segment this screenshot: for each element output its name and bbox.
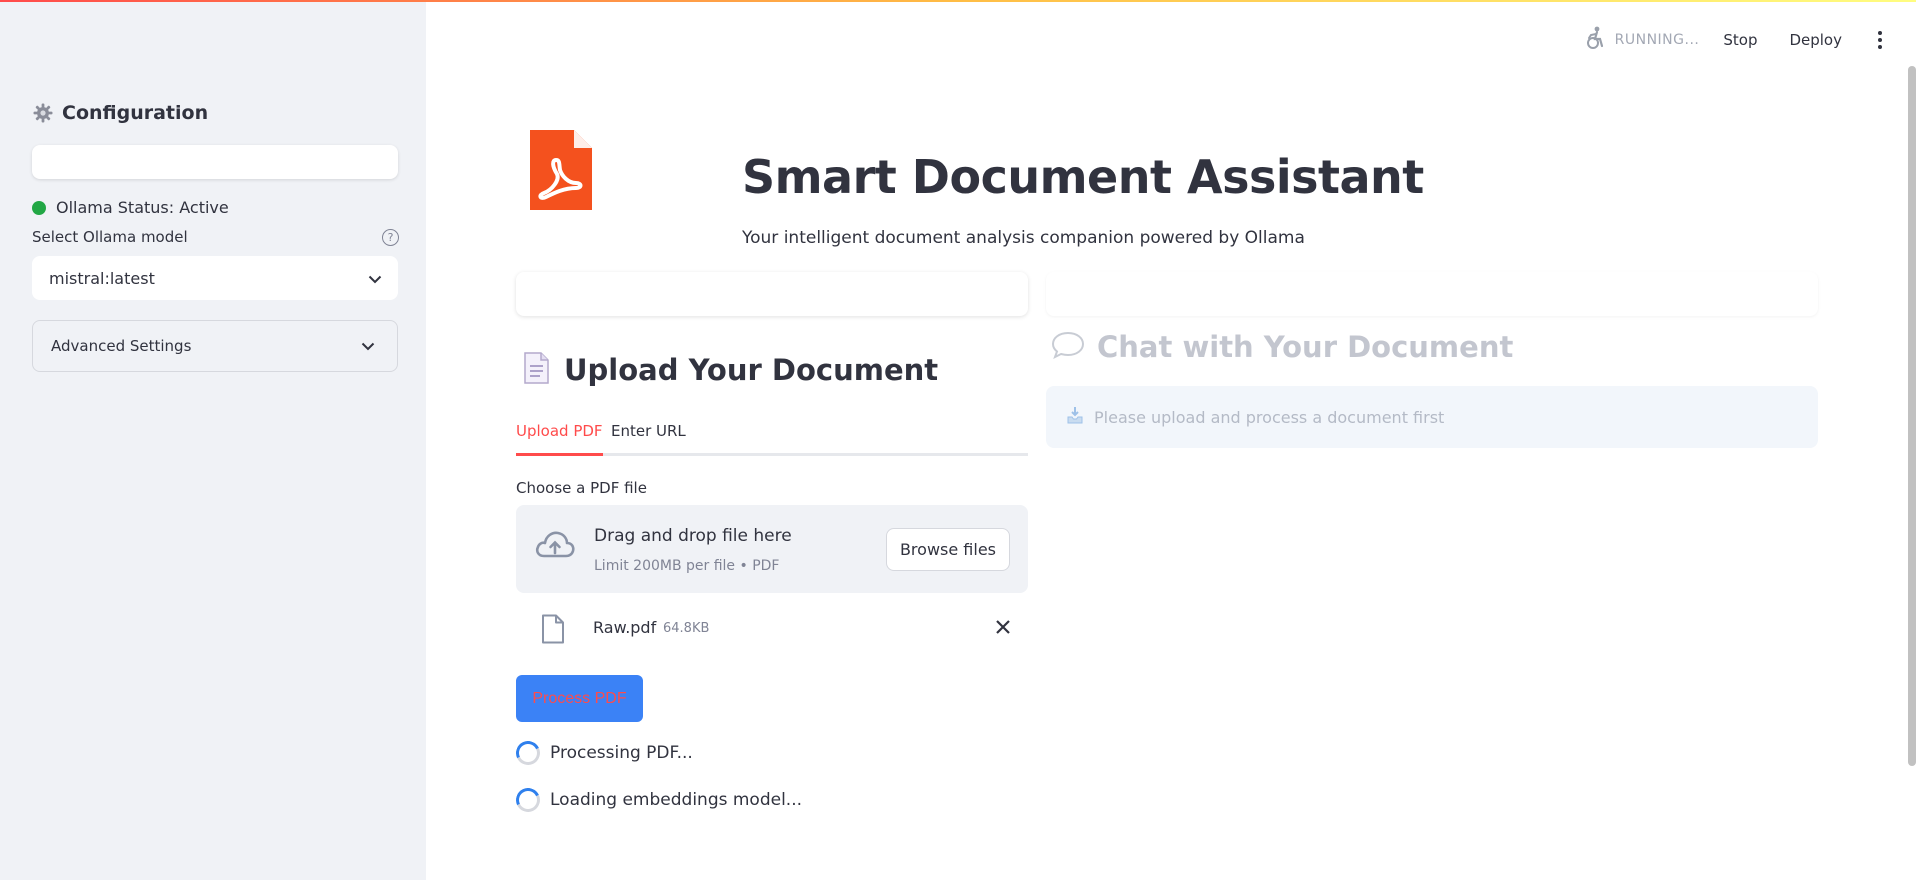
spinner-icon xyxy=(512,737,544,769)
chat-title: Chat with Your Document xyxy=(1097,330,1514,364)
file-icon xyxy=(541,614,565,648)
running-status-text: RUNNING... xyxy=(1614,32,1700,48)
gear-icon xyxy=(32,102,54,124)
stop-button[interactable]: Stop xyxy=(1723,31,1757,49)
browse-files-button[interactable]: Browse files xyxy=(885,528,1010,571)
scrollbar[interactable] xyxy=(1908,66,1916,766)
upload-header: Upload Your Document xyxy=(522,352,938,388)
chevron-down-icon xyxy=(368,269,382,288)
spinner-icon xyxy=(512,784,544,816)
tab-enter-url[interactable]: Enter URL xyxy=(611,420,686,456)
chat-info-text: Please upload and process a document fir… xyxy=(1094,407,1445,427)
ollama-status: Ollama Status: Active xyxy=(32,198,229,217)
advanced-settings-expander[interactable]: Advanced Settings xyxy=(32,320,398,372)
upload-tabs: Upload PDF Enter URL xyxy=(516,420,1028,456)
ollama-status-text: Ollama Status: Active xyxy=(56,198,229,217)
sidebar-empty-container xyxy=(32,145,398,179)
model-select-value: mistral:latest xyxy=(49,268,155,288)
upload-title: Upload Your Document xyxy=(564,353,939,387)
speech-bubble-icon xyxy=(1051,331,1085,363)
running-status: RUNNING... xyxy=(1585,26,1700,54)
close-icon[interactable] xyxy=(994,618,1012,640)
chat-info-alert: Please upload and process a document fir… xyxy=(1046,386,1818,448)
deploy-button[interactable]: Deploy xyxy=(1789,31,1842,49)
pdf-logo xyxy=(530,130,592,210)
file-name: Raw.pdf xyxy=(593,618,657,637)
sidebar-title: Configuration xyxy=(62,102,209,124)
model-select[interactable]: mistral:latest xyxy=(32,256,398,300)
progress-processing-text: Processing PDF... xyxy=(550,743,693,763)
sidebar: Configuration Ollama Status: Active Sele… xyxy=(0,0,426,880)
status-dot-icon xyxy=(32,200,46,215)
progress-processing: Processing PDF... xyxy=(512,737,693,769)
document-icon xyxy=(522,352,550,388)
top-decoration-bar xyxy=(0,0,1916,2)
chevron-down-icon xyxy=(361,337,375,355)
progress-loading-text: Loading embeddings model... xyxy=(550,790,803,810)
page-subtitle: Your intelligent document analysis compa… xyxy=(742,228,1305,248)
uploaded-file: Raw.pdf 64.8KB xyxy=(516,612,1028,648)
model-select-label: Select Ollama model xyxy=(32,228,188,246)
page-title: Smart Document Assistant xyxy=(742,150,1424,204)
file-dropzone[interactable]: Drag and drop file here Limit 200MB per … xyxy=(516,505,1028,593)
right-empty-container xyxy=(1046,272,1818,316)
advanced-settings-label: Advanced Settings xyxy=(51,337,192,355)
main-menu-icon[interactable] xyxy=(1874,31,1886,49)
help-icon[interactable]: ? xyxy=(382,229,399,246)
chat-header: Chat with Your Document xyxy=(1051,330,1513,364)
sidebar-header: Configuration xyxy=(32,102,208,124)
left-empty-container xyxy=(516,272,1028,316)
cloud-upload-icon xyxy=(534,529,576,565)
dropzone-text: Drag and drop file here xyxy=(594,526,792,546)
toolbar: RUNNING... Stop Deploy xyxy=(1585,26,1886,54)
tab-upload-pdf[interactable]: Upload PDF xyxy=(516,420,603,456)
file-uploader-label: Choose a PDF file xyxy=(516,479,647,497)
inbox-tray-icon xyxy=(1066,406,1084,428)
running-person-icon xyxy=(1585,26,1607,54)
progress-loading: Loading embeddings model... xyxy=(512,784,803,816)
file-size: 64.8KB xyxy=(663,621,710,636)
process-pdf-button[interactable]: Process PDF xyxy=(516,675,643,722)
dropzone-limit: Limit 200MB per file • PDF xyxy=(594,558,780,574)
